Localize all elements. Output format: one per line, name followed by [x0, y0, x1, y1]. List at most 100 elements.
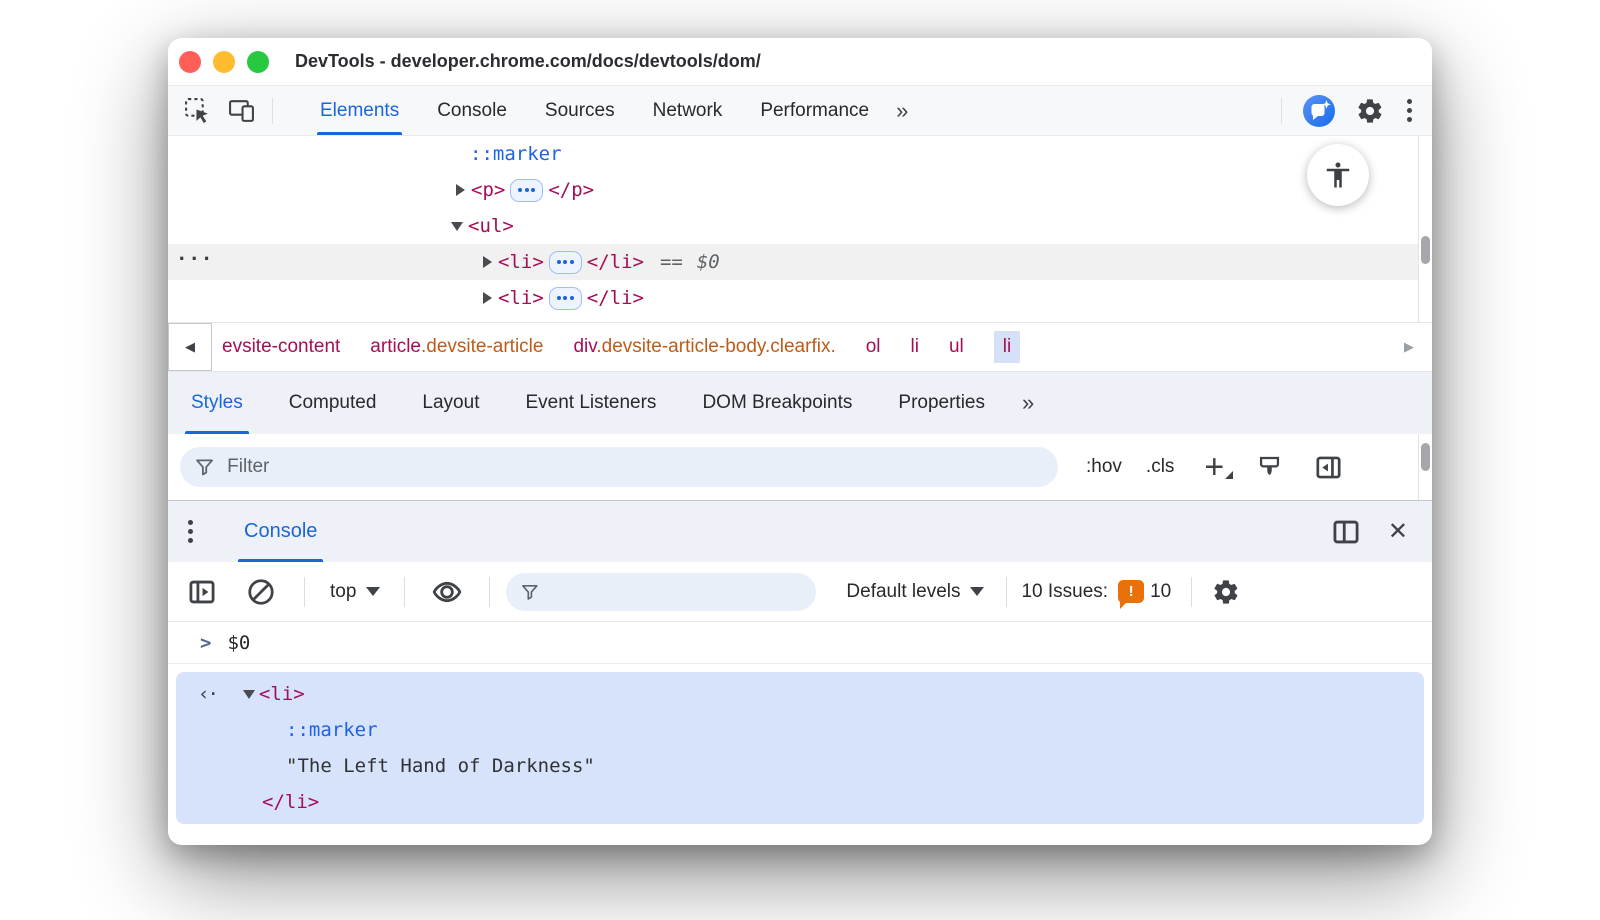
console-input-row[interactable]: > $0: [168, 622, 1432, 664]
tree-row-li-selected[interactable]: ··· <li> </li> == $0: [168, 244, 1432, 280]
collapsed-content-ellipsis-icon[interactable]: [510, 178, 544, 202]
toolbar-divider: [1006, 576, 1008, 607]
breadcrumb-bar: ◀ evsite-content article.devsite-article…: [168, 322, 1432, 372]
main-toolbar: Elements Console Sources Network Perform…: [168, 86, 1432, 136]
filter-funnel-icon: [196, 459, 213, 476]
forward-arrow-icon[interactable]: ▶: [1404, 339, 1414, 355]
collapsed-content-ellipsis-icon[interactable]: [548, 250, 582, 274]
minimize-window-button[interactable]: [213, 50, 235, 73]
brush-icon[interactable]: [1256, 454, 1283, 481]
drawer-header: Console ✕: [168, 500, 1432, 562]
issues-counter[interactable]: 10 Issues: ! 10: [1021, 580, 1171, 609]
prompt-chevron-icon: >: [200, 631, 212, 654]
more-tabs-icon[interactable]: »: [896, 98, 908, 124]
toolbar-divider: [404, 576, 406, 607]
dom-scrollbar-thumb[interactable]: [1421, 236, 1430, 264]
tree-row-p[interactable]: <p> </p>: [168, 172, 1432, 208]
tab-network[interactable]: Network: [634, 86, 742, 135]
chevron-down-icon: [970, 587, 985, 596]
tab-dom-breakpoints[interactable]: DOM Breakpoints: [679, 372, 875, 434]
filter-funnel-icon: [522, 584, 539, 600]
panel-tabs: Elements Console Sources Network Perform…: [301, 86, 888, 135]
breadcrumb-item[interactable]: article.devsite-article: [370, 336, 543, 358]
element-classes-button[interactable]: .cls: [1146, 456, 1175, 478]
console-messages: > $0 ‹· <li> ::marker "The Left Hand of …: [168, 622, 1432, 845]
split-panel-icon[interactable]: [1332, 518, 1360, 546]
overflow-dots-icon[interactable]: ···: [176, 248, 213, 270]
styles-filter-field[interactable]: [180, 447, 1058, 487]
tree-row-partial[interactable]: </ul>: [168, 316, 1432, 322]
styles-scrollbar[interactable]: [1418, 434, 1432, 500]
collapsed-content-ellipsis-icon[interactable]: [548, 286, 582, 310]
elements-dom-tree: ::marker <p> </p> <ul> ··· <li> </li> ==…: [168, 136, 1432, 322]
tab-layout[interactable]: Layout: [399, 372, 502, 434]
tree-row-ul[interactable]: <ul>: [168, 208, 1432, 244]
accessibility-person-icon: [1326, 162, 1350, 188]
tab-event-listeners[interactable]: Event Listeners: [502, 372, 679, 434]
tab-styles[interactable]: Styles: [168, 372, 266, 434]
console-variable-label: $0: [696, 251, 720, 273]
console-toolbar: top Default levels 10 Issues: ! 10: [168, 562, 1432, 622]
tree-row-li[interactable]: <li> </li>: [168, 280, 1432, 316]
expand-arrow-icon[interactable]: [449, 184, 471, 196]
chevron-down-icon: [366, 587, 381, 596]
console-filter-field[interactable]: [506, 572, 817, 611]
live-expression-eye-icon[interactable]: [431, 576, 463, 608]
drawer-tab-console[interactable]: Console: [212, 501, 349, 562]
inspect-element-icon[interactable]: [182, 96, 212, 126]
log-levels-selector[interactable]: Default levels: [846, 581, 985, 603]
styles-scrollbar-thumb[interactable]: [1421, 443, 1430, 471]
node-text-content: "The Left Hand of Darkness": [286, 755, 595, 777]
expand-arrow-icon[interactable]: [476, 292, 498, 304]
accessibility-fab-button[interactable]: [1307, 144, 1369, 206]
collapse-arrow-icon[interactable]: [446, 221, 468, 231]
toggle-sidebar-panel-icon[interactable]: [1315, 454, 1342, 481]
kebab-menu-icon[interactable]: [1404, 99, 1414, 122]
close-window-button[interactable]: [179, 50, 201, 73]
device-toolbar-icon[interactable]: [226, 96, 256, 126]
new-style-rule-button[interactable]: +: [1204, 450, 1234, 484]
breadcrumb: evsite-content article.devsite-article d…: [212, 331, 1021, 363]
more-tabs-icon[interactable]: »: [1022, 390, 1034, 416]
tab-properties[interactable]: Properties: [875, 372, 1008, 434]
styles-filter-input[interactable]: [227, 456, 1044, 478]
console-evaluated-expression: $0: [227, 631, 251, 654]
clear-console-icon[interactable]: [246, 577, 276, 607]
dom-scrollbar[interactable]: [1418, 136, 1432, 322]
styles-filter-row: :hov .cls +: [168, 434, 1432, 500]
title-bar: DevTools - developer.chrome.com/docs/dev…: [168, 38, 1432, 86]
breadcrumb-item[interactable]: ul: [949, 336, 964, 358]
equals-sign: ==: [659, 251, 683, 273]
console-settings-gear-icon[interactable]: [1212, 578, 1240, 606]
toggle-element-state-button[interactable]: :hov: [1086, 456, 1122, 478]
toolbar-divider: [1281, 97, 1282, 124]
javascript-context-selector[interactable]: top: [330, 581, 381, 603]
breadcrumb-item-selected[interactable]: li: [993, 331, 1021, 363]
collapse-arrow-icon[interactable]: [242, 689, 255, 699]
breadcrumb-item[interactable]: li: [911, 336, 919, 358]
window-title: DevTools - developer.chrome.com/docs/dev…: [295, 51, 761, 71]
drawer-kebab-menu-icon[interactable]: [168, 520, 212, 543]
tab-computed[interactable]: Computed: [266, 372, 400, 434]
console-result-selected[interactable]: ‹· <li> ::marker "The Left Hand of Darkn…: [176, 672, 1424, 824]
breadcrumb-item[interactable]: ol: [866, 336, 881, 358]
styles-sidebar-tabs: Styles Computed Layout Event Listeners D…: [168, 372, 1432, 434]
console-filter-input[interactable]: [550, 580, 803, 603]
tab-sources[interactable]: Sources: [526, 86, 634, 135]
ai-assistant-icon[interactable]: [1302, 94, 1336, 128]
close-drawer-icon[interactable]: ✕: [1388, 517, 1408, 546]
expand-arrow-icon[interactable]: [476, 256, 498, 268]
zoom-window-button[interactable]: [247, 50, 269, 73]
toolbar-divider: [272, 97, 273, 124]
breadcrumb-back-button[interactable]: ◀: [168, 323, 212, 371]
issues-badge-icon: !: [1118, 580, 1145, 609]
settings-gear-icon[interactable]: [1356, 97, 1384, 125]
tree-row-marker[interactable]: ::marker: [168, 136, 1432, 172]
breadcrumb-item[interactable]: div.devsite-article-body.clearfix.: [573, 336, 835, 358]
console-sidebar-icon[interactable]: [188, 578, 216, 606]
tab-performance[interactable]: Performance: [741, 86, 888, 135]
devtools-window: DevTools - developer.chrome.com/docs/dev…: [168, 38, 1432, 845]
breadcrumb-item[interactable]: evsite-content: [222, 336, 340, 358]
tab-elements[interactable]: Elements: [301, 86, 418, 135]
tab-console[interactable]: Console: [418, 86, 526, 135]
